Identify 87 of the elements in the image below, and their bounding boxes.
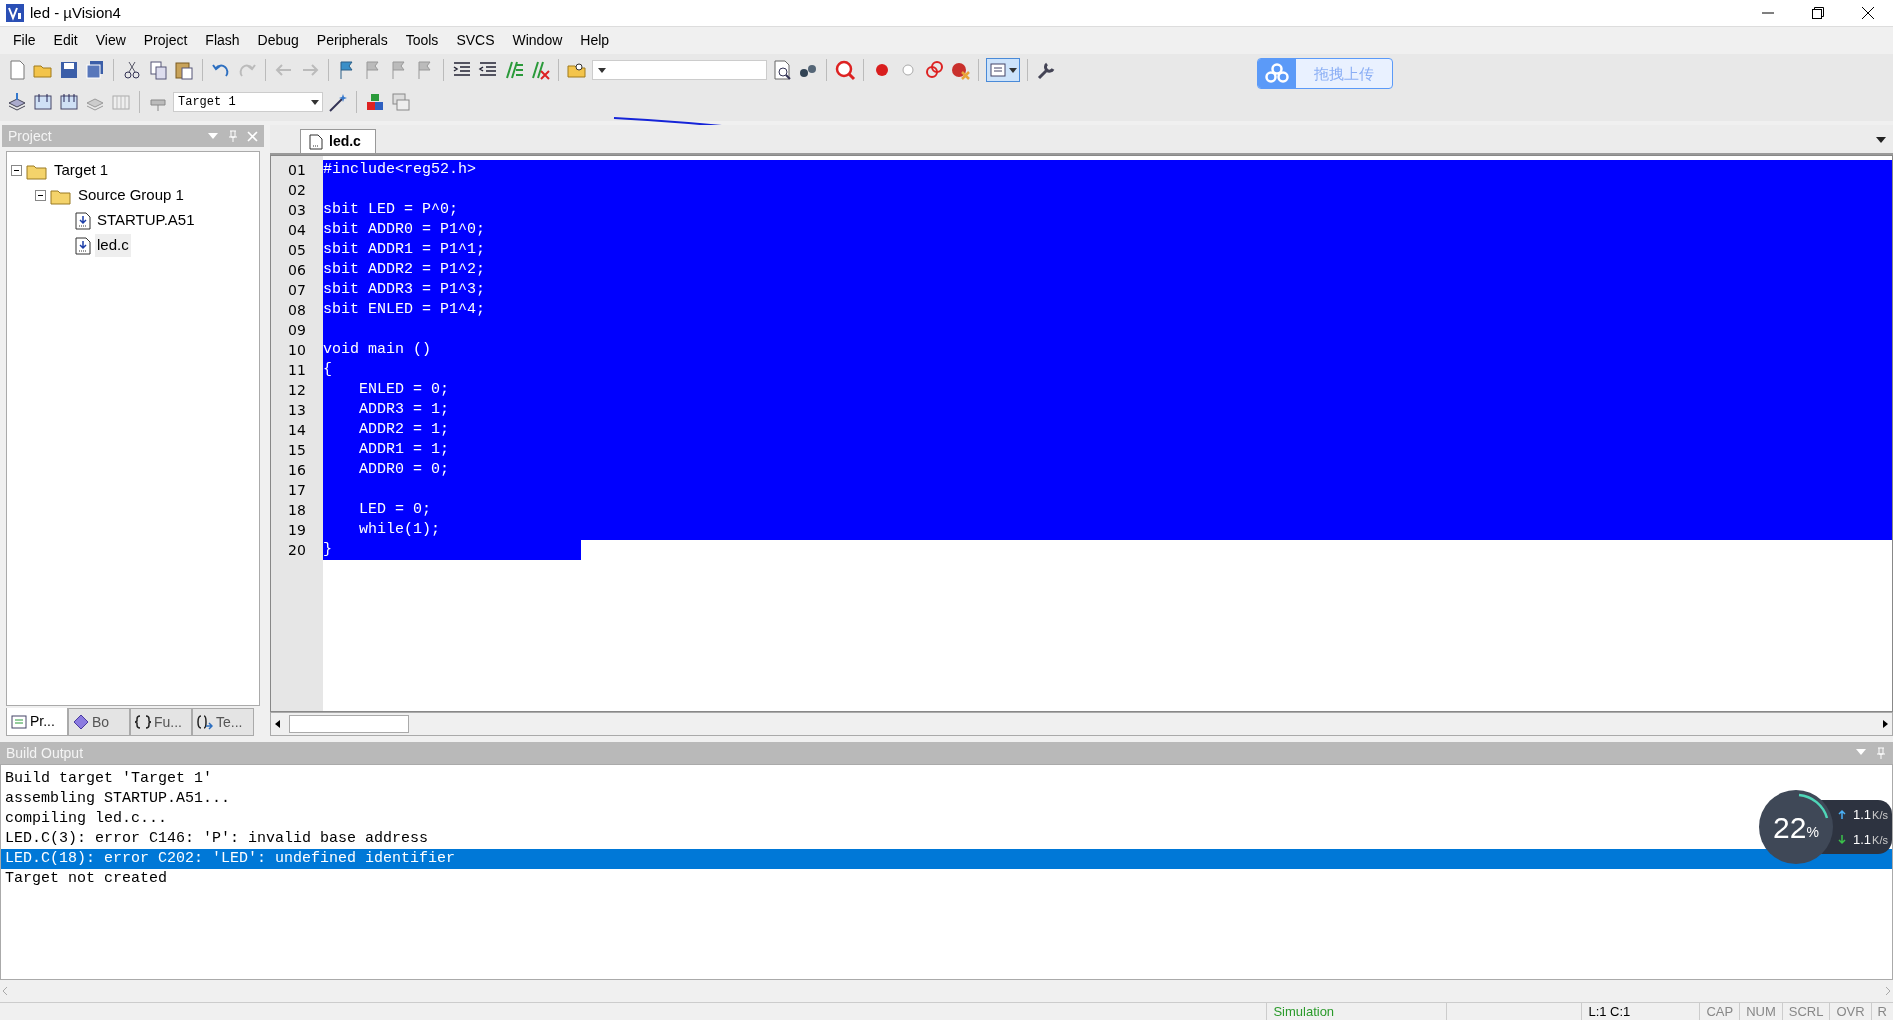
line-number: 13 (287, 401, 307, 421)
document-find-icon[interactable] (771, 58, 793, 81)
line-number: 07 (287, 281, 307, 301)
line-number: 17 (287, 481, 307, 501)
speed-value: 1.1 (1853, 831, 1872, 850)
menu-item[interactable]: Peripherals (307, 27, 397, 53)
line-number: 03 (287, 201, 307, 221)
line-number: 12 (287, 381, 307, 401)
project-tab-icon (11, 713, 27, 730)
menu-item[interactable]: Window (503, 27, 572, 53)
speed-unit: K/s (1872, 807, 1888, 823)
status-indicator: OVR (1829, 1003, 1871, 1020)
panel-tab[interactable]: Fu... (130, 708, 192, 737)
line-number: 02 (287, 181, 307, 201)
status-indicator: NUM (1739, 1003, 1782, 1020)
save-all-icon[interactable] (84, 58, 106, 81)
output-line[interactable]: LED.C(3): error C146: 'P': invalid base address (1, 829, 433, 850)
output-line[interactable]: Target not created (1, 869, 172, 890)
cpu-usage-gauge: 22% (1759, 790, 1833, 865)
file-icon (75, 236, 91, 255)
restore-icon (1812, 7, 1824, 19)
panel-title: Project (8, 126, 53, 146)
output-line[interactable]: compiling led.c... (1, 809, 172, 830)
speed-value: 1.1 (1853, 806, 1872, 825)
template-icon (197, 714, 213, 731)
line-number: 05 (287, 241, 307, 261)
output-line[interactable]: Build target 'Target 1' (1, 769, 217, 790)
line-number: 08 (287, 301, 307, 321)
copy-icon[interactable] (147, 58, 169, 81)
line-number: 15 (287, 441, 307, 461)
cursor-position: L:1 C:1 (1581, 1003, 1700, 1020)
app-logo-icon (6, 4, 24, 22)
debug-magnifier-icon[interactable] (834, 58, 856, 81)
line-number: 04 (287, 221, 307, 241)
file-icon (309, 133, 323, 150)
status-indicator: R (1870, 1003, 1893, 1020)
line-number: 09 (287, 321, 307, 341)
line-number: 10 (287, 341, 307, 361)
panel-title: Build Output (6, 743, 84, 763)
cloud-icon (1264, 63, 1290, 84)
panel-tab[interactable]: Pr... (6, 708, 68, 737)
panel-tab[interactable]: Te... (192, 708, 254, 737)
tree-item[interactable]: Source Group 1 (76, 184, 186, 207)
line-number: 01 (287, 161, 307, 181)
line-number: 11 (287, 361, 307, 381)
line-number: 06 (287, 261, 307, 281)
line-number: 20 (287, 541, 307, 561)
menu-item[interactable]: Project (134, 27, 197, 53)
line-number: 16 (287, 461, 307, 481)
gauge-arc-icon (1798, 793, 1829, 820)
menu-item[interactable]: Flash (196, 27, 249, 53)
stacked-windows-icon[interactable] (390, 90, 412, 113)
speed-unit: K/s (1872, 832, 1888, 848)
braces-icon (135, 714, 151, 731)
down-arrow-icon (1837, 834, 1847, 846)
target-select[interactable]: Target 1 (173, 91, 323, 112)
menu-item[interactable]: View (86, 27, 135, 53)
expand-toggle[interactable] (11, 165, 22, 177)
tree-item[interactable]: Target 1 (52, 159, 111, 182)
window-list-icon (989, 60, 1007, 79)
menu-item[interactable]: File (4, 27, 45, 53)
tree-item[interactable]: led.c (95, 234, 131, 257)
menu-item[interactable]: Help (571, 27, 619, 53)
window-title: led - µVision4 (30, 2, 121, 23)
close-icon (1862, 7, 1874, 19)
window-layout-button[interactable] (986, 57, 1020, 82)
tree-item[interactable]: STARTUP.A51 (95, 209, 197, 232)
dropdown-caret-icon (1009, 65, 1017, 74)
load-stack-icon[interactable] (6, 90, 28, 113)
line-number: 18 (287, 501, 307, 521)
status-indicator: SCRL (1781, 1003, 1830, 1020)
status-mode: Simulation (1266, 1003, 1447, 1020)
menu-item[interactable]: SVCS (447, 27, 504, 53)
status-indicator: CAP (1699, 1003, 1740, 1020)
menu-item[interactable]: Debug (248, 27, 308, 53)
expand-toggle[interactable] (35, 190, 46, 202)
up-arrow-icon (1837, 809, 1847, 821)
menu-item[interactable]: Edit (44, 27, 87, 53)
line-number: 19 (287, 521, 307, 541)
menu-item[interactable]: Tools (396, 27, 448, 53)
line-number: 14 (287, 421, 307, 441)
file-icon (75, 211, 91, 230)
editor-tab[interactable]: led.c (300, 129, 376, 154)
output-line[interactable]: assembling STARTUP.A51... (1, 789, 235, 810)
panel-tab[interactable]: Bo (68, 708, 130, 737)
scrollbar-thumb[interactable] (289, 715, 409, 734)
two-circles-icon[interactable] (923, 58, 945, 81)
